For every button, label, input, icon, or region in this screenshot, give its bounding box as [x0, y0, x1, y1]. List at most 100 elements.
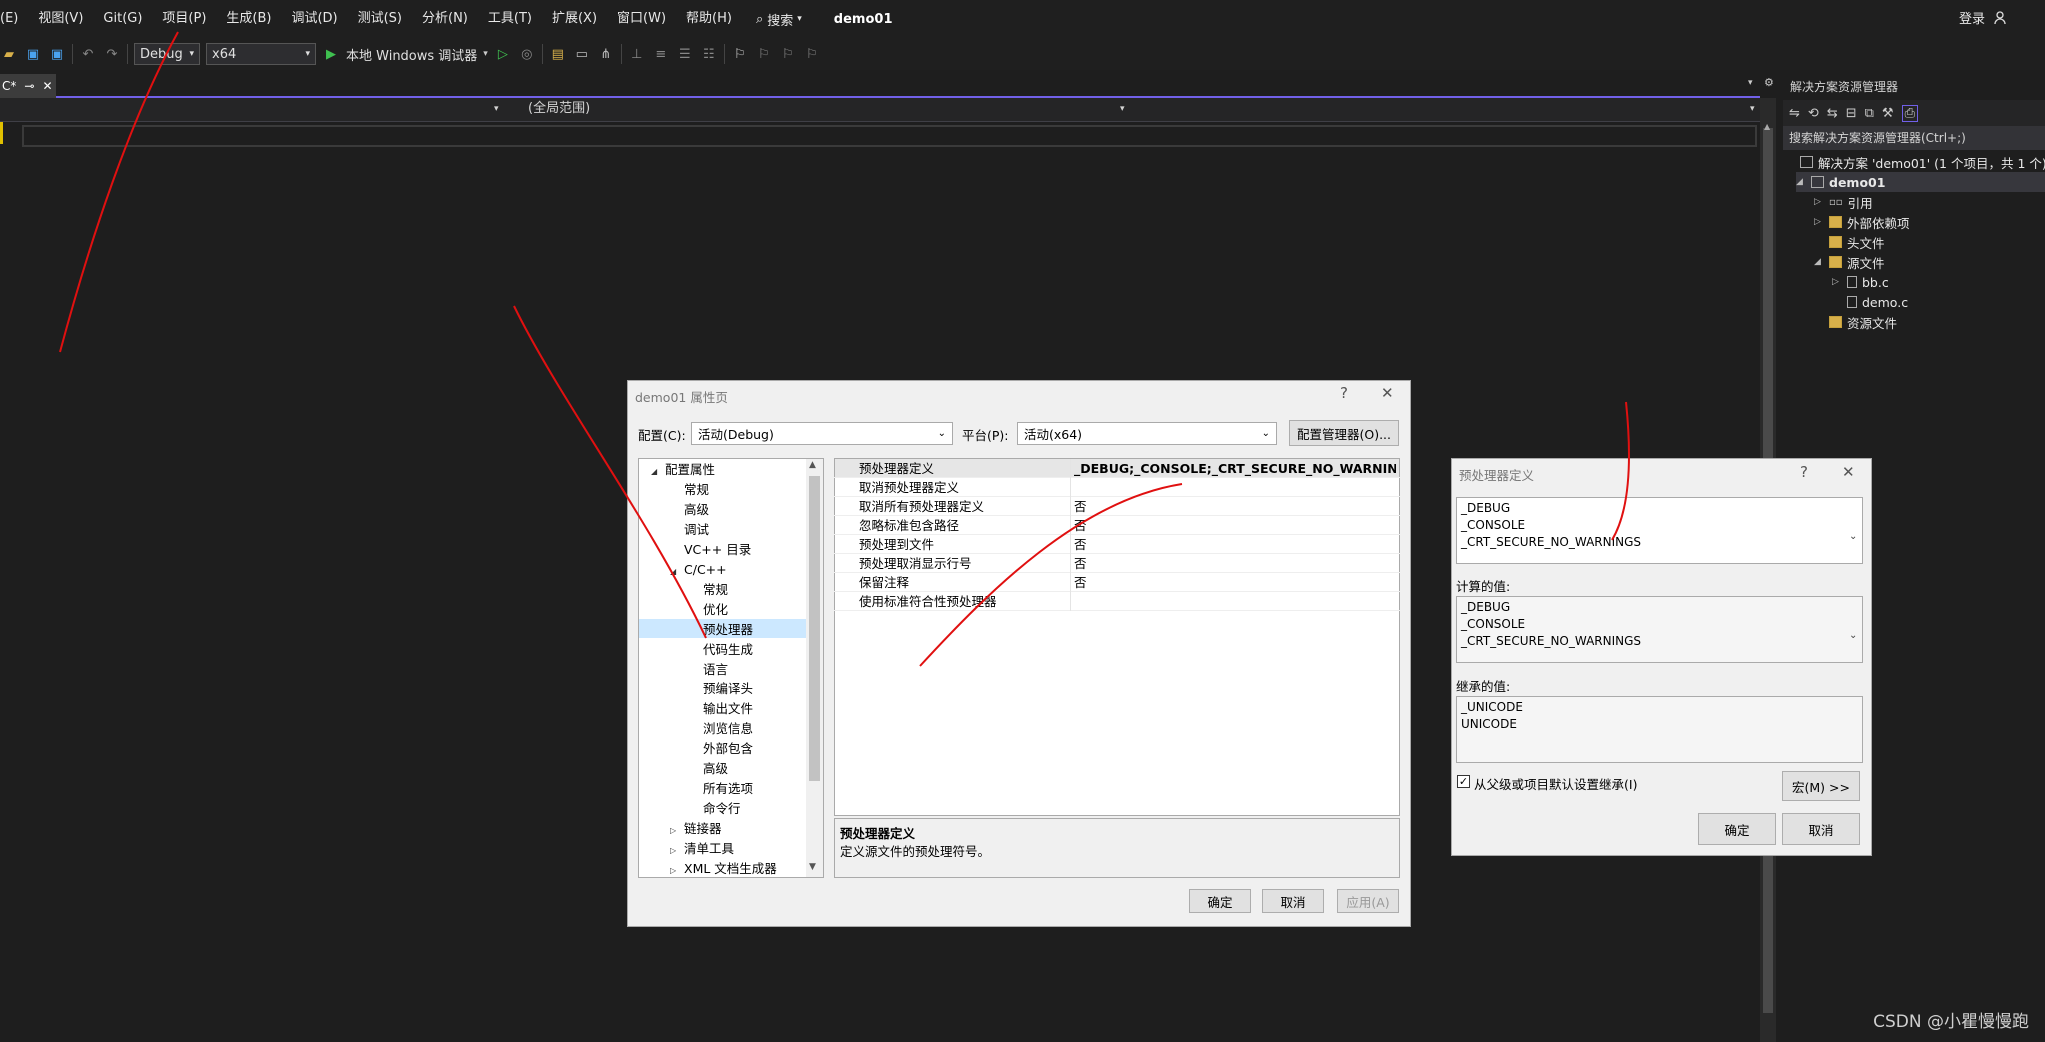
- play-icon[interactable]: ▶: [322, 45, 340, 63]
- property-tree-item[interactable]: 输出文件: [689, 699, 753, 718]
- preview-icon[interactable]: ⎙: [1901, 104, 1918, 122]
- expander-icon[interactable]: ▷: [670, 861, 684, 880]
- chevron-down-icon[interactable]: ⌄: [1849, 630, 1857, 641]
- tree-scrollbar-thumb[interactable]: [809, 476, 820, 781]
- scroll-up-icon[interactable]: ▲: [1764, 122, 1770, 131]
- property-tree-item[interactable]: 调试: [670, 520, 709, 539]
- menu-view[interactable]: 视图(V): [28, 0, 93, 38]
- save-icon[interactable]: ▣: [24, 45, 42, 63]
- expander-icon[interactable]: ◢: [1814, 257, 1824, 267]
- property-grid-row[interactable]: 取消预处理器定义: [834, 478, 1400, 497]
- document-tab[interactable]: C* ⊸ ✕: [0, 74, 56, 98]
- inherit-checkbox[interactable]: ✓: [1457, 775, 1470, 788]
- property-grid-row[interactable]: 使用标准符合性预处理器: [834, 592, 1400, 611]
- tree-item-external-deps[interactable]: ▷ 外部依赖项: [1814, 212, 1910, 232]
- tree-item-source-files[interactable]: ◢ 源文件: [1814, 252, 1885, 272]
- platform-select[interactable]: x64 ▾: [206, 43, 316, 65]
- menu-extensions[interactable]: 扩展(X): [542, 0, 607, 38]
- expander-icon[interactable]: ▷: [670, 821, 684, 840]
- person-icon[interactable]: [1993, 10, 2009, 26]
- property-tree-item[interactable]: 语言: [689, 660, 728, 679]
- member-combo-arrow[interactable]: ▾: [1750, 98, 1755, 120]
- login-link[interactable]: 登录: [1959, 8, 1985, 27]
- pin-icon[interactable]: ⊸: [24, 79, 34, 93]
- property-tree-item[interactable]: 高级: [689, 759, 728, 778]
- gear-icon[interactable]: ⚙: [1764, 76, 1774, 89]
- menu-tools[interactable]: 工具(T): [478, 0, 542, 38]
- start-without-debug-icon[interactable]: ▷: [494, 45, 512, 63]
- filter-icon[interactable]: ⋔: [597, 45, 615, 63]
- search-button[interactable]: ⌕ 搜索 ▾: [742, 10, 816, 29]
- tree-item-demo-c[interactable]: demo.c: [1832, 292, 1908, 312]
- property-grid-row[interactable]: 忽略标准包含路径 否: [834, 516, 1400, 535]
- bookmark-icon[interactable]: ⚐: [731, 45, 749, 63]
- property-value[interactable]: 否: [1074, 554, 1087, 573]
- property-value[interactable]: _DEBUG;_CONSOLE;_CRT_SECURE_NO_WARNINGS;…: [1074, 459, 1396, 478]
- close-button[interactable]: ✕: [1381, 384, 1394, 402]
- ok-button[interactable]: 确定: [1189, 889, 1251, 913]
- property-grid-row[interactable]: 取消所有预处理器定义 否: [834, 497, 1400, 516]
- chevron-down-icon[interactable]: ⌄: [1849, 531, 1857, 542]
- tree-item-project[interactable]: ◢ demo01: [1796, 172, 2045, 192]
- tree-item-resource-files[interactable]: 资源文件: [1814, 312, 1897, 332]
- pp-cancel-button[interactable]: 取消: [1782, 813, 1860, 845]
- project-combo-arrow[interactable]: ▾: [494, 98, 499, 120]
- history-icon[interactable]: ⟲: [1808, 106, 1819, 121]
- pp-ok-button[interactable]: 确定: [1698, 813, 1776, 845]
- expander-icon[interactable]: ▷: [670, 841, 684, 860]
- property-value[interactable]: 否: [1074, 535, 1087, 554]
- properties-icon[interactable]: ⚒: [1882, 106, 1894, 121]
- expander-icon[interactable]: ◢: [1796, 177, 1806, 187]
- solution-search-input[interactable]: 搜索解决方案资源管理器(Ctrl+;): [1783, 126, 2045, 150]
- browse-icon[interactable]: ▤: [549, 45, 567, 63]
- scope-combo[interactable]: (全局范围): [528, 98, 590, 120]
- switch-view-icon[interactable]: ⇋: [1789, 106, 1800, 121]
- cancel-button[interactable]: 取消: [1262, 889, 1324, 913]
- property-tree-item[interactable]: ▷ 清单工具: [670, 839, 734, 858]
- menu-debug[interactable]: 调试(D): [281, 0, 347, 38]
- menu-analyze[interactable]: 分析(N): [412, 0, 478, 38]
- tab-overflow-icon[interactable]: ▾: [1748, 78, 1753, 88]
- chevron-down-icon[interactable]: ▾: [483, 49, 488, 59]
- property-tree-item[interactable]: 常规: [670, 480, 709, 499]
- tree-item-bb-c[interactable]: ▷ bb.c: [1832, 272, 1889, 292]
- expander-icon[interactable]: ◢: [651, 462, 665, 481]
- help-button[interactable]: ?: [1800, 463, 1808, 481]
- apply-button[interactable]: 应用(A): [1337, 889, 1399, 913]
- property-grid-row[interactable]: 预处理器定义 _DEBUG;_CONSOLE;_CRT_SECURE_NO_WAR…: [834, 459, 1400, 478]
- property-tree-item[interactable]: 优化: [689, 600, 728, 619]
- property-grid-row[interactable]: 保留注释 否: [834, 573, 1400, 592]
- start-debugger-button[interactable]: 本地 Windows 调试器: [346, 45, 477, 64]
- platform-select[interactable]: 活动(x64) ⌄: [1017, 422, 1277, 445]
- property-value[interactable]: 否: [1074, 516, 1087, 535]
- scroll-down-icon[interactable]: ▼: [809, 862, 816, 872]
- property-grid-row[interactable]: 预处理取消显示行号 否: [834, 554, 1400, 573]
- property-grid-row[interactable]: 预处理到文件 否: [834, 535, 1400, 554]
- property-value[interactable]: 否: [1074, 573, 1087, 592]
- expander-icon[interactable]: ▷: [1832, 277, 1842, 287]
- redo-icon[interactable]: ↷: [103, 45, 121, 63]
- config-manager-button[interactable]: 配置管理器(O)...: [1289, 420, 1399, 446]
- macro-button[interactable]: 宏(M) >>: [1782, 771, 1860, 801]
- inherit-checkbox-label[interactable]: 从父级或项目默认设置继承(I): [1474, 774, 1637, 793]
- property-tree-item[interactable]: 代码生成: [689, 640, 753, 659]
- show-all-files-icon[interactable]: ⧉: [1865, 106, 1874, 121]
- menu-git[interactable]: Git(G): [93, 0, 152, 38]
- configuration-select[interactable]: Debug ▾: [134, 43, 200, 65]
- menu-test[interactable]: 测试(S): [348, 0, 412, 38]
- property-tree-item[interactable]: VC++ 目录: [670, 540, 751, 559]
- tree-item-references[interactable]: ▷ ▫▫ 引用: [1814, 192, 1873, 212]
- scroll-up-icon[interactable]: ▲: [809, 460, 816, 470]
- expander-icon[interactable]: ▷: [1814, 197, 1824, 207]
- property-tree-item[interactable]: ◢ C/C++: [670, 560, 727, 579]
- close-icon[interactable]: ✕: [42, 79, 52, 93]
- close-button[interactable]: ✕: [1842, 463, 1855, 481]
- save-all-icon[interactable]: ▣: [48, 45, 66, 63]
- help-button[interactable]: ?: [1340, 384, 1348, 402]
- property-tree-item[interactable]: 浏览信息: [689, 719, 753, 738]
- property-tree-item[interactable]: ◢ 配置属性: [651, 460, 715, 479]
- property-tree-item[interactable]: 预编译头: [689, 679, 753, 698]
- property-value[interactable]: 否: [1074, 497, 1087, 516]
- open-file-icon[interactable]: ▰: [0, 45, 18, 63]
- menu-project[interactable]: 项目(P): [152, 0, 216, 38]
